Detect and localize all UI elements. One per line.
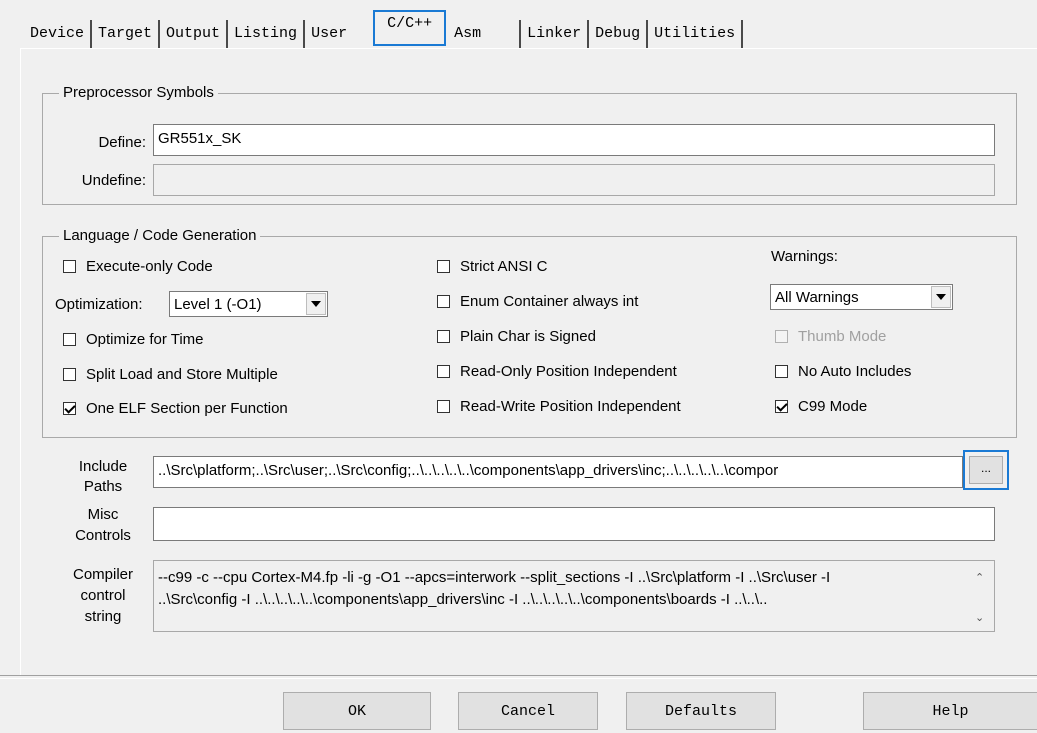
include-paths-input[interactable]: ..\Src\platform;..\Src\user;..\Src\confi… <box>153 456 963 488</box>
c99-mode-label: C99 Mode <box>798 398 868 415</box>
compiler-control-string: --c99 -c --cpu Cortex-M4.fp -li -g -O1 -… <box>153 560 995 632</box>
strict-ansi-c-label: Strict ANSI C <box>460 258 548 275</box>
warnings-select[interactable]: All Warnings <box>770 284 953 310</box>
plain-char-signed-label: Plain Char is Signed <box>460 328 596 345</box>
preprocessor-symbols-title: Preprocessor Symbols <box>59 83 218 103</box>
strict-ansi-c-checkbox[interactable]: Strict ANSI C <box>437 258 548 275</box>
help-button[interactable]: Help <box>863 692 1037 730</box>
tab-strip: Device Target Output Listing User C/C++ … <box>24 10 744 48</box>
misc-controls-input[interactable] <box>153 507 995 541</box>
warnings-label: Warnings: <box>771 248 838 265</box>
checkbox-box <box>63 368 76 381</box>
misc-controls-label-line2: Controls <box>75 527 131 544</box>
checkbox-box <box>437 260 450 273</box>
read-write-pi-checkbox[interactable]: Read-Write Position Independent <box>437 398 681 415</box>
tab-linker[interactable]: Linker <box>521 20 590 48</box>
scroll-up-icon[interactable]: ⌃ <box>975 572 984 584</box>
dialog-separator <box>0 675 1037 679</box>
execute-only-code-checkbox[interactable]: Execute-only Code <box>63 258 213 275</box>
enum-container-label: Enum Container always int <box>460 293 639 310</box>
include-paths-browse-button[interactable]: ... <box>963 450 1009 490</box>
optimize-for-time-label: Optimize for Time <box>86 331 204 348</box>
plain-char-signed-checkbox[interactable]: Plain Char is Signed <box>437 328 596 345</box>
optimization-value: Level 1 (-O1) <box>174 295 262 313</box>
cancel-button[interactable]: Cancel <box>458 692 598 730</box>
misc-controls-label-line1: Misc <box>87 506 119 523</box>
tab-utilities[interactable]: Utilities <box>648 20 744 48</box>
compiler-control-label-line3: string <box>84 608 122 625</box>
chevron-down-icon[interactable] <box>306 293 326 315</box>
read-only-pi-label: Read-Only Position Independent <box>460 363 677 380</box>
ellipsis-icon: ... <box>969 456 1003 484</box>
no-auto-includes-checkbox[interactable]: No Auto Includes <box>775 363 911 380</box>
defaults-button[interactable]: Defaults <box>626 692 776 730</box>
split-load-store-checkbox[interactable]: Split Load and Store Multiple <box>63 366 278 383</box>
tab-device[interactable]: Device <box>24 20 93 48</box>
optimize-for-time-checkbox[interactable]: Optimize for Time <box>63 331 204 348</box>
compiler-control-label-line1: Compiler <box>72 566 133 583</box>
checkbox-box <box>63 333 76 346</box>
ok-button[interactable]: OK <box>283 692 431 730</box>
define-input[interactable]: GR551x_SK <box>153 124 995 156</box>
undefine-label: Undefine: <box>81 172 146 189</box>
optimization-label: Optimization: <box>55 296 143 313</box>
c99-mode-checkbox[interactable]: C99 Mode <box>775 398 867 415</box>
language-code-generation-title: Language / Code Generation <box>59 226 261 246</box>
tab-debug[interactable]: Debug <box>589 20 649 48</box>
no-auto-includes-label: No Auto Includes <box>798 363 912 380</box>
execute-only-code-label: Execute-only Code <box>86 258 213 275</box>
warnings-value: All Warnings <box>775 288 859 306</box>
tab-user[interactable]: User <box>305 20 373 48</box>
compiler-control-label-line2: control <box>80 587 126 604</box>
include-paths-label-line2: Paths <box>83 478 123 495</box>
one-elf-section-label: One ELF Section per Function <box>86 400 288 417</box>
compiler-control-line2: ..\Src\config -I ..\..\..\..\..\componen… <box>158 591 768 608</box>
checkbox-box <box>775 330 788 343</box>
enum-container-checkbox[interactable]: Enum Container always int <box>437 293 638 310</box>
checkbox-box <box>63 260 76 273</box>
checkbox-box <box>437 365 450 378</box>
tab-output[interactable]: Output <box>160 20 229 48</box>
compiler-control-line1: --c99 -c --cpu Cortex-M4.fp -li -g -O1 -… <box>158 569 831 586</box>
one-elf-section-checkbox[interactable]: One ELF Section per Function <box>63 400 288 417</box>
split-load-store-label: Split Load and Store Multiple <box>86 366 278 383</box>
checkmark-icon <box>775 400 788 413</box>
checkbox-box <box>437 400 450 413</box>
checkbox-box <box>775 365 788 378</box>
tab-c-cpp[interactable]: C/C++ <box>373 10 447 46</box>
chevron-down-icon[interactable] <box>931 286 951 308</box>
read-write-pi-label: Read-Write Position Independent <box>460 398 681 415</box>
tab-asm[interactable]: Asm <box>446 20 522 48</box>
scroll-down-icon[interactable]: ⌄ <box>975 612 984 624</box>
read-only-pi-checkbox[interactable]: Read-Only Position Independent <box>437 363 677 380</box>
checkbox-box <box>437 295 450 308</box>
tab-listing[interactable]: Listing <box>228 20 306 48</box>
include-paths-label-line1: Include <box>78 458 128 475</box>
optimization-select[interactable]: Level 1 (-O1) <box>169 291 328 317</box>
thumb-mode-checkbox: Thumb Mode <box>775 328 886 345</box>
checkmark-icon <box>63 402 76 415</box>
tab-target[interactable]: Target <box>92 20 161 48</box>
thumb-mode-label: Thumb Mode <box>798 328 887 345</box>
undefine-input[interactable] <box>153 164 995 196</box>
checkbox-box <box>437 330 450 343</box>
define-label: Define: <box>98 134 146 151</box>
